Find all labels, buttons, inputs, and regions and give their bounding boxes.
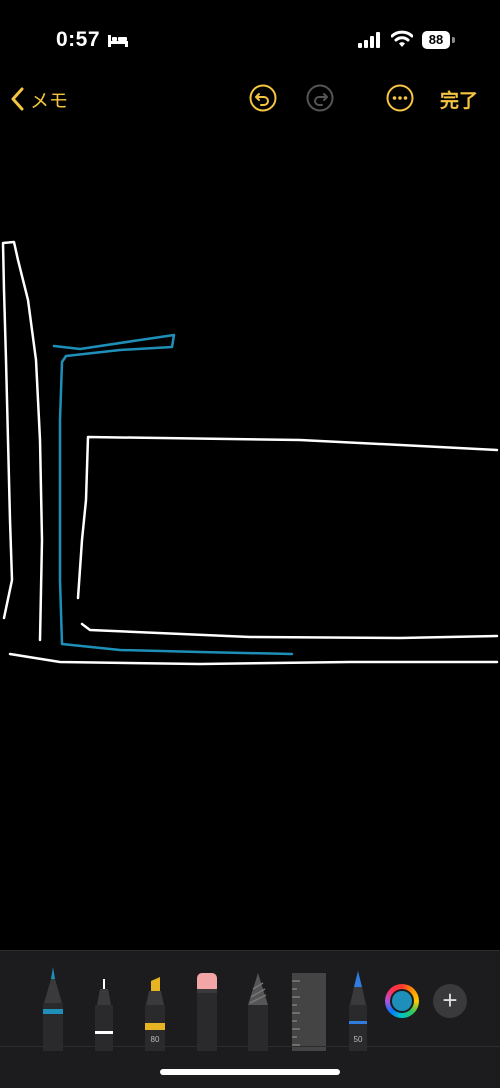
undo-icon[interactable] [249, 84, 277, 112]
white-stroke-base [80, 622, 499, 640]
fineliner-icon[interactable] [89, 959, 119, 1051]
status-time: 0:57 [56, 28, 101, 51]
battery-icon: 88 [422, 31, 456, 49]
back-label: メモ [30, 90, 69, 112]
drawing-toolbar: 80 50 [0, 950, 500, 1088]
back-button[interactable]: メモ [10, 86, 68, 112]
highlighter-size-label: 80 [150, 1035, 160, 1044]
nav-bar: メモ 完了 [0, 74, 500, 124]
add-tool-button[interactable]: + [433, 984, 467, 1018]
toolbar-divider [0, 1046, 500, 1047]
crayon-size-label: 50 [353, 1035, 363, 1044]
white-stroke-floor [8, 652, 499, 666]
eraser-icon[interactable] [192, 959, 222, 1051]
redo-icon[interactable] [306, 84, 334, 112]
selected-color-swatch [390, 989, 414, 1013]
more-icon[interactable] [386, 84, 414, 112]
ruler-icon[interactable] [292, 959, 326, 1051]
chevron-left-icon [11, 87, 24, 111]
battery-tip [452, 37, 455, 43]
drawing-canvas[interactable] [0, 124, 500, 950]
white-stroke-box [76, 435, 499, 600]
pen-icon[interactable] [38, 959, 68, 1051]
home-indicator[interactable] [160, 1069, 340, 1075]
cellular-icon [358, 32, 380, 48]
status-bar: 0:57 88 [0, 0, 500, 80]
blue-stroke [52, 333, 294, 656]
done-button[interactable]: 完了 [440, 86, 478, 113]
bed-icon [108, 35, 128, 47]
white-stroke-outer [1, 240, 44, 642]
color-picker-button[interactable] [385, 984, 419, 1018]
wifi-icon [391, 30, 413, 47]
pencil-icon[interactable] [243, 959, 273, 1051]
battery-level: 88 [422, 31, 450, 49]
